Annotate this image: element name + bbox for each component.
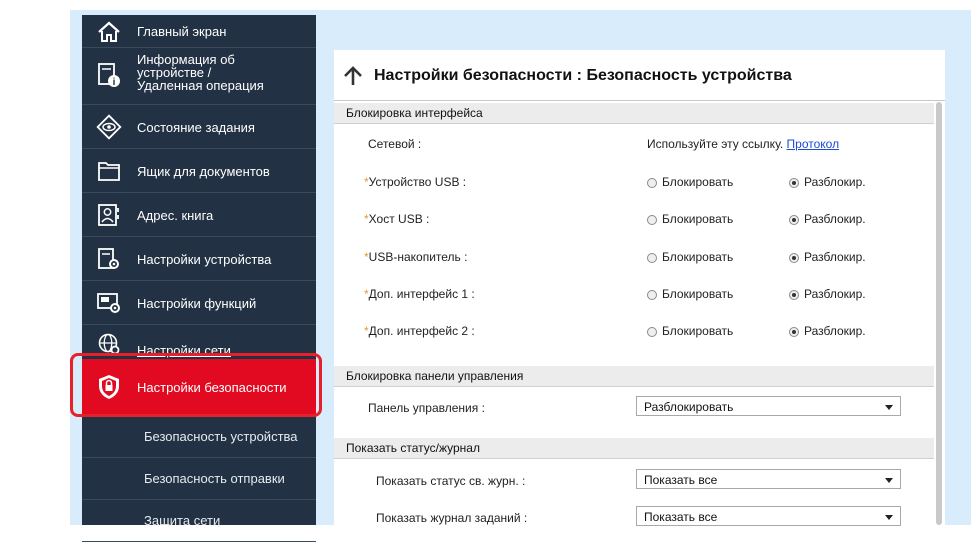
radio-label: Блокировать xyxy=(662,175,734,189)
sidebar-item-label: Настройки устройства xyxy=(137,252,272,267)
folder-icon xyxy=(96,158,122,184)
radio-label: Разблокир. xyxy=(804,212,866,226)
page-title: Настройки безопасности : Безопасность ус… xyxy=(374,67,792,84)
section-title: Блокировка интерфейса xyxy=(346,106,483,120)
usb-device-label: *Устройство USB : xyxy=(364,175,466,189)
network-value: Используйте эту ссылку. Протокол xyxy=(647,137,839,151)
job-log-select[interactable]: Показать все xyxy=(636,506,901,526)
usb-host-unlock-radio[interactable] xyxy=(789,215,799,225)
sidebar-item-label: Настройки функций xyxy=(137,296,257,311)
radio-label: Разблокир. xyxy=(804,175,866,189)
usb-device-lock-radio[interactable] xyxy=(647,178,657,188)
protocol-link[interactable]: Протокол xyxy=(787,137,840,151)
device-settings-icon xyxy=(96,246,122,272)
usb-storage-lock-radio[interactable] xyxy=(647,253,657,263)
usb-storage-label-text: USB-накопитель : xyxy=(368,250,468,264)
select-value: Разблокировать xyxy=(644,400,734,414)
usb-device-label-text: Устройство USB : xyxy=(368,175,467,189)
radio-label: Разблокир. xyxy=(804,287,866,301)
opt-interface-2-label: *Доп. интерфейс 2 : xyxy=(364,324,475,338)
operation-panel-label: Панель управления : xyxy=(368,401,485,415)
sidebar-item-document-box[interactable]: Ящик для документов xyxy=(82,149,316,193)
usb-storage-unlock-radio[interactable] xyxy=(789,253,799,263)
chevron-down-icon xyxy=(885,515,893,520)
sidebar-item-device-settings[interactable]: Настройки устройства xyxy=(82,237,316,281)
sidebar-subitem-label: Защита сети xyxy=(144,513,221,528)
sidebar-item-label: Главный экран xyxy=(137,24,227,39)
title-bar: Настройки безопасности : Безопасность ус… xyxy=(334,50,945,101)
radio-label: Разблокир. xyxy=(804,250,866,264)
radio-label: Блокировать xyxy=(662,212,734,226)
opt-interface-1-label-text: Доп. интерфейс 1 : xyxy=(368,287,475,301)
usb-host-label-text: Хост USB : xyxy=(368,212,430,226)
opt-interface-1-unlock-radio[interactable] xyxy=(789,290,799,300)
sidebar: Главный экран i Информация об устройстве… xyxy=(82,15,316,542)
sidebar-subitem-network-security[interactable]: Защита сети xyxy=(82,500,316,542)
up-arrow-icon[interactable] xyxy=(342,66,364,91)
home-icon xyxy=(96,19,122,45)
network-hint-text: Используйте эту ссылку. xyxy=(647,137,784,151)
operation-panel-select[interactable]: Разблокировать xyxy=(636,396,901,416)
sidebar-item-device-info[interactable]: i Информация об устройстве / Удаленная о… xyxy=(82,48,316,105)
radio-label: Блокировать xyxy=(662,324,734,338)
chevron-down-icon xyxy=(885,478,893,483)
section-header: Показать статус/журнал xyxy=(334,438,934,459)
status-log-label: Показать статус св. журн. : xyxy=(376,474,526,488)
sidebar-item-function-settings[interactable]: Настройки функций xyxy=(82,281,316,325)
usb-host-lock-radio[interactable] xyxy=(647,215,657,225)
sidebar-item-label: Ящик для документов xyxy=(137,164,270,179)
network-label: Сетевой : xyxy=(368,137,422,151)
sidebar-item-label: Адрес. книга xyxy=(137,208,214,223)
radio-label: Разблокир. xyxy=(804,324,866,338)
eye-icon xyxy=(96,114,122,140)
highlight-frame xyxy=(70,353,322,417)
section-header: Блокировка панели управления xyxy=(334,366,934,387)
opt-interface-1-lock-radio[interactable] xyxy=(647,290,657,300)
opt-interface-2-label-text: Доп. интерфейс 2 : xyxy=(368,324,475,338)
opt-interface-2-unlock-radio[interactable] xyxy=(789,327,799,337)
sidebar-subitem-device-security[interactable]: Безопасность устройства xyxy=(82,416,316,458)
section-title: Блокировка панели управления xyxy=(346,369,524,383)
usb-device-unlock-radio[interactable] xyxy=(789,178,799,188)
section-title: Показать статус/журнал xyxy=(346,441,480,455)
sidebar-subitem-label: Безопасность отправки xyxy=(144,471,285,486)
sidebar-item-label: Удаленная операция xyxy=(137,78,264,93)
select-value: Показать все xyxy=(644,510,718,524)
sidebar-item-home[interactable]: Главный экран xyxy=(82,15,316,48)
address-book-icon xyxy=(96,202,122,228)
usb-storage-label: *USB-накопитель : xyxy=(364,250,467,264)
sidebar-subitem-label: Безопасность устройства xyxy=(144,429,298,444)
sidebar-item-job-status[interactable]: Состояние задания xyxy=(82,105,316,149)
opt-interface-2-lock-radio[interactable] xyxy=(647,327,657,337)
function-settings-icon xyxy=(96,290,122,316)
section-header: Блокировка интерфейса xyxy=(334,103,934,124)
sidebar-item-address-book[interactable]: Адрес. книга xyxy=(82,193,316,237)
sidebar-item-label: Состояние задания xyxy=(137,120,255,135)
status-log-select[interactable]: Показать все xyxy=(636,469,901,489)
chevron-down-icon xyxy=(885,405,893,410)
opt-interface-1-label: *Доп. интерфейс 1 : xyxy=(364,287,475,301)
main-panel: Настройки безопасности : Безопасность ус… xyxy=(334,50,945,526)
job-log-label: Показать журнал заданий : xyxy=(376,511,528,525)
scrollbar[interactable] xyxy=(936,102,942,525)
sidebar-item-network-settings[interactable]: Настройки сети xyxy=(82,325,316,357)
usb-host-label: *Хост USB : xyxy=(364,212,429,226)
svg-text:i: i xyxy=(113,77,116,88)
radio-label: Блокировать xyxy=(662,287,734,301)
sidebar-subitem-send-security[interactable]: Безопасность отправки xyxy=(82,458,316,500)
select-value: Показать все xyxy=(644,473,718,487)
radio-label: Блокировать xyxy=(662,250,734,264)
device-info-icon: i xyxy=(96,62,122,88)
